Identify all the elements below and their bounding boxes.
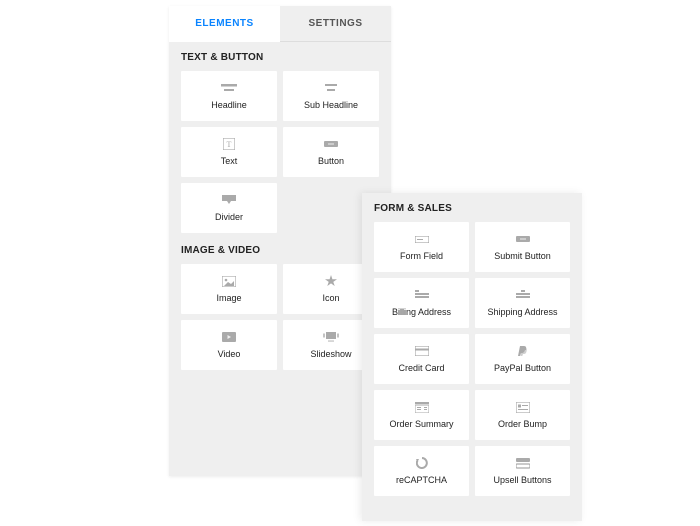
submit-button-icon bbox=[516, 233, 530, 245]
tile-text[interactable]: T Text bbox=[181, 127, 277, 177]
tile-label: Shipping Address bbox=[487, 307, 557, 317]
section-form-sales: FORM & SALES Form Field Submit Button Bi… bbox=[362, 193, 582, 498]
tab-settings[interactable]: SETTINGS bbox=[280, 6, 391, 42]
tile-label: Image bbox=[216, 293, 241, 303]
tab-elements[interactable]: ELEMENTS bbox=[169, 6, 280, 42]
tile-image[interactable]: Image bbox=[181, 264, 277, 314]
tile-paypal-button[interactable]: PayPal Button bbox=[475, 334, 570, 384]
tile-video[interactable]: Video bbox=[181, 320, 277, 370]
tile-divider[interactable]: Divider bbox=[181, 183, 277, 233]
tile-sub-headline[interactable]: Sub Headline bbox=[283, 71, 379, 121]
tile-label: Icon bbox=[322, 293, 339, 303]
tabs: ELEMENTS SETTINGS bbox=[169, 6, 391, 42]
star-icon bbox=[325, 275, 337, 287]
paypal-icon bbox=[517, 345, 529, 357]
section-image-video: IMAGE & VIDEO Image Icon Video bbox=[169, 235, 391, 372]
tile-label: PayPal Button bbox=[494, 363, 551, 373]
tile-label: Upsell Buttons bbox=[493, 475, 551, 485]
billing-address-icon bbox=[415, 289, 429, 301]
subheadline-icon bbox=[323, 82, 339, 94]
tile-billing-address[interactable]: Billing Address bbox=[374, 278, 469, 328]
tile-order-bump[interactable]: Order Bump bbox=[475, 390, 570, 440]
tile-submit-button[interactable]: Submit Button bbox=[475, 222, 570, 272]
text-icon: T bbox=[223, 138, 235, 150]
form-sales-panel: FORM & SALES Form Field Submit Button Bi… bbox=[362, 193, 582, 521]
slideshow-icon bbox=[323, 331, 339, 343]
headline-icon bbox=[221, 82, 237, 94]
tile-recaptcha[interactable]: reCAPTCHA bbox=[374, 446, 469, 496]
tile-label: Video bbox=[218, 349, 241, 359]
svg-text:T: T bbox=[227, 140, 232, 149]
tile-shipping-address[interactable]: Shipping Address bbox=[475, 278, 570, 328]
tile-label: Order Summary bbox=[389, 419, 453, 429]
tile-label: Button bbox=[318, 156, 344, 166]
shipping-address-icon bbox=[516, 289, 530, 301]
upsell-icon bbox=[516, 457, 530, 469]
tile-label: Headline bbox=[211, 100, 247, 110]
order-bump-icon bbox=[516, 401, 530, 413]
section-title: IMAGE & VIDEO bbox=[181, 245, 379, 256]
form-field-icon bbox=[415, 233, 429, 245]
credit-card-icon bbox=[415, 345, 429, 357]
tile-headline[interactable]: Headline bbox=[181, 71, 277, 121]
elements-panel: ELEMENTS SETTINGS TEXT & BUTTON Headline… bbox=[169, 6, 391, 476]
tile-form-field[interactable]: Form Field bbox=[374, 222, 469, 272]
tile-label: Slideshow bbox=[310, 349, 351, 359]
tile-upsell-buttons[interactable]: Upsell Buttons bbox=[475, 446, 570, 496]
tile-credit-card[interactable]: Credit Card bbox=[374, 334, 469, 384]
tile-order-summary[interactable]: Order Summary bbox=[374, 390, 469, 440]
tile-label: Divider bbox=[215, 212, 243, 222]
divider-icon bbox=[222, 194, 236, 206]
tile-button[interactable]: Button bbox=[283, 127, 379, 177]
tile-label: Submit Button bbox=[494, 251, 551, 261]
tile-label: Billing Address bbox=[392, 307, 451, 317]
tile-label: Text bbox=[221, 156, 238, 166]
section-title: TEXT & BUTTON bbox=[181, 52, 379, 63]
button-icon bbox=[324, 138, 338, 150]
tile-label: Credit Card bbox=[398, 363, 444, 373]
section-title: FORM & SALES bbox=[374, 203, 570, 214]
tile-label: Sub Headline bbox=[304, 100, 358, 110]
tile-label: Order Bump bbox=[498, 419, 547, 429]
image-icon bbox=[222, 275, 236, 287]
tile-label: Form Field bbox=[400, 251, 443, 261]
section-text-button: TEXT & BUTTON Headline Sub Headline T Te… bbox=[169, 42, 391, 235]
order-summary-icon bbox=[415, 401, 429, 413]
recaptcha-icon bbox=[416, 457, 428, 469]
tile-label: reCAPTCHA bbox=[396, 475, 447, 485]
video-icon bbox=[222, 331, 236, 343]
